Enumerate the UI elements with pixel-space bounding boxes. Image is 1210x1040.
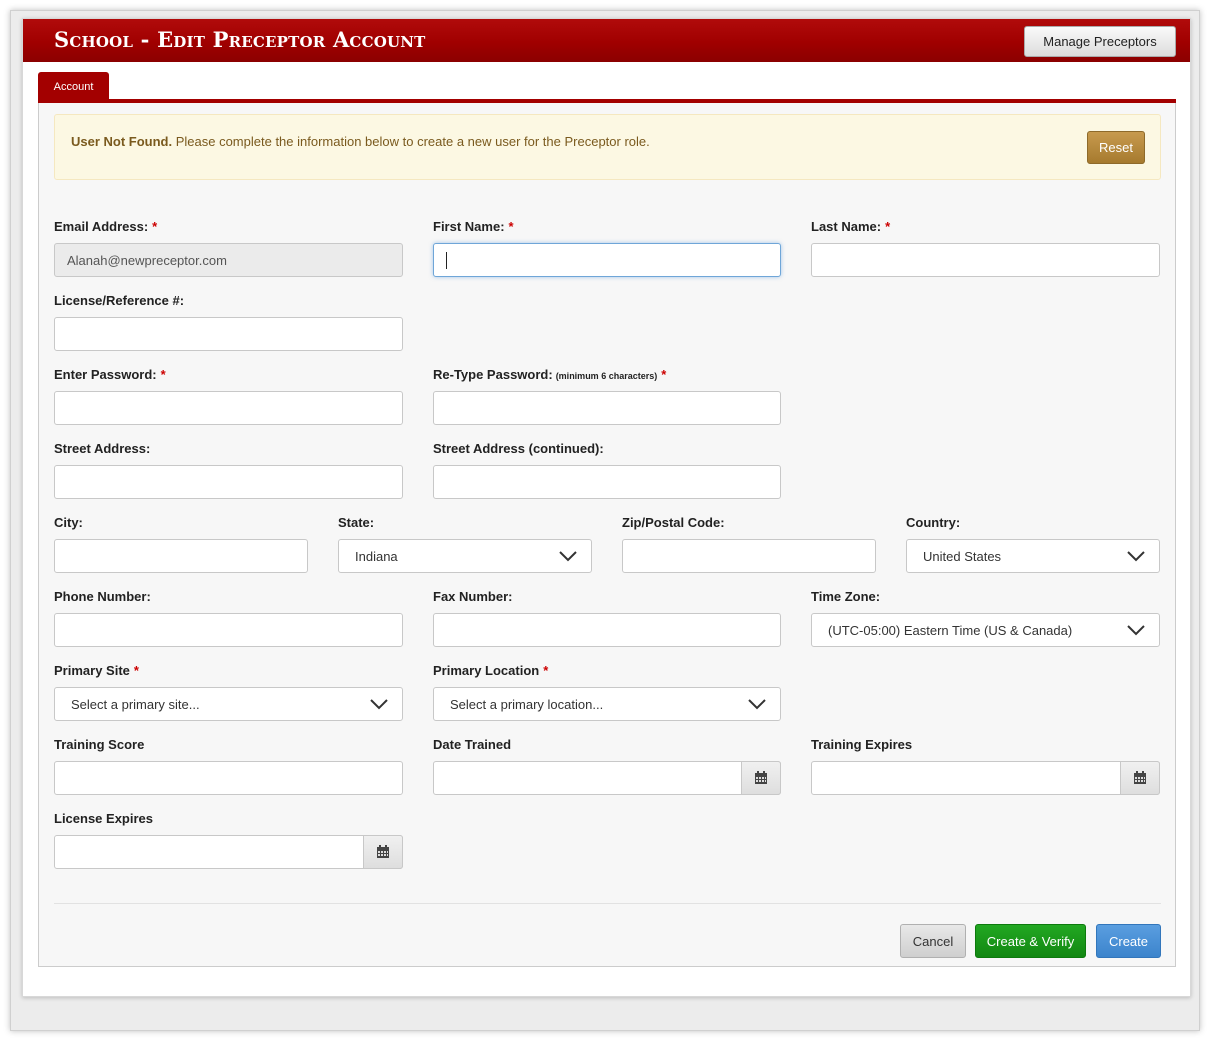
- required-marker: *: [133, 663, 139, 678]
- password-label-text: Enter Password:: [54, 367, 157, 382]
- cancel-button[interactable]: Cancel: [900, 924, 966, 958]
- timezone-label: Time Zone:: [811, 589, 881, 604]
- create-button[interactable]: Create: [1096, 924, 1161, 958]
- training-score-label: Training Score: [54, 737, 145, 752]
- country-label: Country:: [906, 515, 961, 530]
- password-field[interactable]: [54, 391, 403, 425]
- license-ref-field[interactable]: [54, 317, 403, 351]
- training-score-field[interactable]: [54, 761, 403, 795]
- chevron-down-icon: [370, 699, 388, 710]
- primary-location-label: Primary Location *: [433, 663, 548, 678]
- training-expires-field[interactable]: [811, 761, 1160, 795]
- required-marker: *: [661, 367, 667, 382]
- fax-label: Fax Number:: [433, 589, 513, 604]
- zip-field[interactable]: [622, 539, 876, 573]
- chevron-down-icon: [559, 551, 577, 562]
- page-title: School - Edit Preceptor Account: [54, 27, 426, 52]
- required-marker: *: [508, 219, 514, 234]
- street-label: Street Address:: [54, 441, 151, 456]
- state-selected-value: Indiana: [355, 548, 398, 564]
- state-select[interactable]: Indiana: [338, 539, 592, 573]
- last-name-label: Last Name: *: [811, 219, 890, 234]
- phone-field[interactable]: [54, 613, 403, 647]
- license-expires-label: License Expires: [54, 811, 153, 826]
- chevron-down-icon: [748, 699, 766, 710]
- manage-preceptors-button[interactable]: Manage Preceptors: [1024, 26, 1176, 57]
- date-trained-picker-button[interactable]: [741, 761, 781, 795]
- calendar-icon: [1134, 771, 1146, 784]
- primary-location-placeholder: Select a primary location...: [450, 696, 604, 712]
- account-tab-content: User Not Found. Please complete the info…: [38, 103, 1176, 967]
- timezone-select[interactable]: (UTC-05:00) Eastern Time (US & Canada): [811, 613, 1160, 647]
- email-field[interactable]: Alanah@newpreceptor.com: [54, 243, 403, 277]
- training-expires-picker-button[interactable]: [1120, 761, 1160, 795]
- retype-password-field[interactable]: [433, 391, 781, 425]
- form-divider: [54, 903, 1161, 904]
- password-label: Enter Password: *: [54, 367, 166, 382]
- street2-label: Street Address (continued):: [433, 441, 604, 456]
- state-label: State:: [338, 515, 375, 530]
- last-name-field[interactable]: [811, 243, 1160, 277]
- edit-preceptor-panel: School - Edit Preceptor Account Manage P…: [22, 18, 1191, 997]
- city-field[interactable]: [54, 539, 308, 573]
- primary-site-placeholder: Select a primary site...: [71, 696, 200, 712]
- alert-strong: User Not Found.: [71, 134, 173, 149]
- alert-message: User Not Found. Please complete the info…: [71, 134, 650, 149]
- create-verify-button[interactable]: Create & Verify: [975, 924, 1086, 958]
- chevron-down-icon: [1127, 551, 1145, 562]
- timezone-selected-value: (UTC-05:00) Eastern Time (US & Canada): [828, 622, 1073, 638]
- street2-field[interactable]: [433, 465, 781, 499]
- user-not-found-alert: User Not Found. Please complete the info…: [54, 114, 1161, 180]
- fax-field[interactable]: [433, 613, 781, 647]
- date-trained-label: Date Trained: [433, 737, 512, 752]
- first-name-label: First Name: *: [433, 219, 514, 234]
- email-label: Email Address: *: [54, 219, 157, 234]
- required-marker: *: [885, 219, 891, 234]
- license-ref-label: License/Reference #:: [54, 293, 185, 308]
- last-name-label-text: Last Name:: [811, 219, 882, 234]
- phone-label: Phone Number:: [54, 589, 151, 604]
- password-hint: (minimum 6 characters): [555, 371, 658, 381]
- street-field[interactable]: [54, 465, 403, 499]
- city-label: City:: [54, 515, 83, 530]
- text-caret: [446, 251, 447, 269]
- training-expires-label: Training Expires: [811, 737, 913, 752]
- country-selected-value: United States: [923, 548, 1002, 564]
- primary-location-label-text: Primary Location: [433, 663, 540, 678]
- calendar-icon: [377, 845, 389, 858]
- primary-location-select[interactable]: Select a primary location...: [433, 687, 781, 721]
- first-name-field[interactable]: [433, 243, 781, 277]
- license-expires-picker-button[interactable]: [363, 835, 403, 869]
- title-bar: School - Edit Preceptor Account Manage P…: [23, 19, 1190, 62]
- date-trained-field[interactable]: [433, 761, 781, 795]
- required-marker: *: [543, 663, 549, 678]
- primary-site-select[interactable]: Select a primary site...: [54, 687, 403, 721]
- primary-site-label-text: Primary Site: [54, 663, 130, 678]
- primary-site-label: Primary Site *: [54, 663, 139, 678]
- first-name-label-text: First Name:: [433, 219, 505, 234]
- calendar-icon: [755, 771, 767, 784]
- tab-account[interactable]: Account: [38, 72, 109, 102]
- country-select[interactable]: United States: [906, 539, 1160, 573]
- required-marker: *: [152, 219, 158, 234]
- retype-password-label: Re-Type Password: (minimum 6 characters) *: [433, 367, 666, 382]
- email-label-text: Email Address:: [54, 219, 149, 234]
- license-expires-field[interactable]: [54, 835, 403, 869]
- chevron-down-icon: [1127, 625, 1145, 636]
- retype-password-label-text: Re-Type Password:: [433, 367, 553, 382]
- reset-button[interactable]: Reset: [1087, 131, 1145, 164]
- required-marker: *: [160, 367, 166, 382]
- zip-label: Zip/Postal Code:: [622, 515, 725, 530]
- alert-body: Please complete the information below to…: [172, 134, 650, 149]
